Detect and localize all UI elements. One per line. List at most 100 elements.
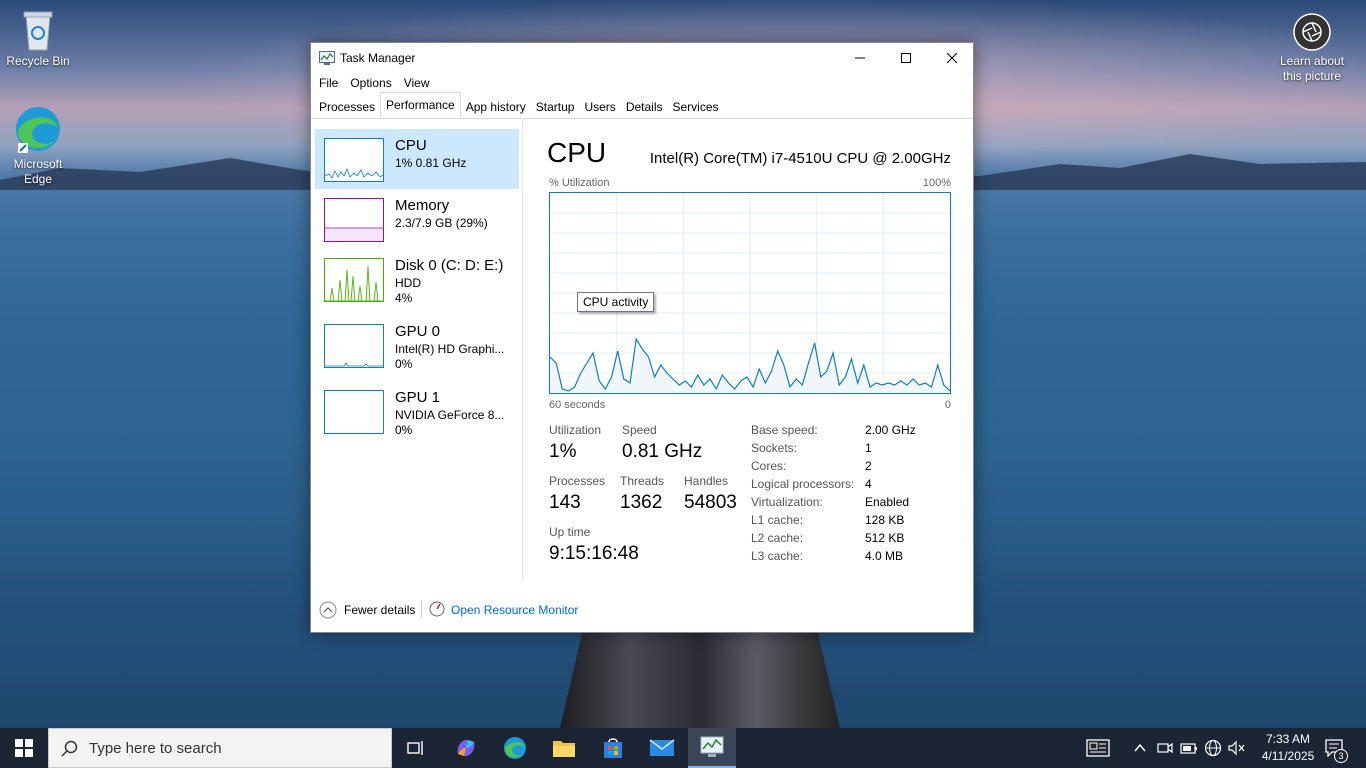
menu-bar: File Options View: [311, 73, 973, 93]
speed-label: Speed: [622, 423, 657, 437]
resource-item-cpu[interactable]: CPU 1% 0.81 GHz: [315, 129, 519, 189]
utilization-value: 1%: [549, 441, 577, 462]
menu-file[interactable]: File: [314, 73, 343, 93]
taskbar: Type here to search 7:33 AM 4/11/2025 3: [0, 728, 1366, 768]
news-widget-button[interactable]: [1074, 728, 1122, 768]
gpu0-thumbnail-graph: [324, 324, 384, 368]
cpu-thumbnail-graph: [324, 138, 384, 182]
task-manager-icon: [700, 736, 724, 757]
footer-separator: [421, 600, 422, 618]
uptime-label: Up time: [549, 525, 591, 539]
start-button[interactable]: [0, 728, 48, 768]
speed-value: 0.81 GHz: [622, 441, 703, 462]
spec-label: Cores:: [751, 459, 787, 473]
resource-item-gpu0[interactable]: GPU 0 Intel(R) HD Graphi... 0%: [315, 315, 519, 375]
tab-bar: Processes Performance App history Startu…: [311, 92, 973, 119]
chevron-up-icon[interactable]: [319, 601, 337, 619]
resource-name: GPU 0: [395, 323, 441, 340]
tab-details[interactable]: Details: [621, 93, 668, 118]
notification-count-badge: 3: [1334, 749, 1348, 763]
resource-item-memory[interactable]: Memory 2.3/7.9 GB (29%): [315, 189, 519, 249]
title-bar[interactable]: Task Manager: [311, 43, 973, 73]
clock-date[interactable]: 4/11/2025: [1252, 749, 1324, 763]
spec-label: Base speed:: [751, 423, 818, 437]
desktop-icon-learn-picture[interactable]: Learn about this picture: [1274, 12, 1350, 84]
spec-value: 512 KB: [865, 531, 905, 545]
desktop-icon-recycle-bin[interactable]: Recycle Bin: [0, 8, 76, 69]
threads-label: Threads: [620, 474, 665, 488]
zero-axis-label: 0: [944, 399, 951, 411]
spec-value: 4: [865, 477, 872, 491]
mail-button[interactable]: [638, 728, 686, 768]
spec-value: 2: [865, 459, 872, 473]
battery-icon[interactable]: [1180, 741, 1198, 755]
fewer-details-button[interactable]: Fewer details: [344, 603, 415, 617]
maximize-button[interactable]: [883, 43, 929, 73]
microsoft-store-button[interactable]: [589, 728, 637, 768]
mail-icon: [649, 739, 675, 756]
task-manager-icon: [319, 51, 335, 65]
network-globe-icon[interactable]: [1204, 739, 1222, 757]
tab-app-history[interactable]: App history: [461, 93, 531, 118]
window-title: Task Manager: [340, 51, 416, 65]
resource-item-gpu1[interactable]: GPU 1 NVIDIA GeForce 8... 0%: [315, 381, 519, 441]
close-button[interactable]: [929, 43, 975, 73]
processes-label: Processes: [549, 474, 606, 488]
taskbar-edge-button[interactable]: [491, 728, 539, 768]
resource-detail-2: 0%: [395, 423, 413, 437]
search-icon: [61, 740, 78, 757]
windows-logo-icon: [15, 739, 33, 757]
menu-options[interactable]: Options: [345, 73, 396, 93]
desktop-icon-label: Microsoft Edge: [13, 157, 63, 186]
minimize-button[interactable]: [837, 43, 883, 73]
handles-label: Handles: [684, 474, 729, 488]
taskbar-search-box[interactable]: Type here to search: [48, 728, 392, 768]
camera-icon: [1293, 13, 1331, 51]
spec-label: Virtualization:: [751, 495, 823, 509]
volume-muted-icon[interactable]: [1228, 740, 1246, 756]
cpu-activity-tooltip: CPU activity: [577, 292, 655, 312]
spec-value: 4.0 MB: [865, 549, 904, 563]
desktop-icon-label: Recycle Bin: [6, 54, 70, 68]
desktop-icon-edge[interactable]: Microsoft Edge: [0, 105, 76, 187]
clock-time[interactable]: 7:33 AM: [1252, 732, 1324, 746]
edge-icon: [504, 737, 526, 759]
open-resource-monitor-link[interactable]: Open Resource Monitor: [451, 603, 578, 617]
resource-item-disk[interactable]: Disk 0 (C: D: E:) HDD 4%: [315, 249, 519, 309]
tab-performance[interactable]: Performance: [380, 92, 461, 118]
handles-value: 54803: [684, 492, 737, 513]
threads-value: 1362: [620, 492, 663, 513]
task-view-icon: [407, 741, 423, 755]
resource-detail: NVIDIA GeForce 8...: [395, 408, 505, 422]
tab-users[interactable]: Users: [579, 93, 620, 118]
spec-label: L3 cache:: [751, 549, 804, 563]
task-view-button[interactable]: [392, 728, 440, 768]
spec-value: Enabled: [865, 495, 910, 509]
resource-name: GPU 1: [395, 389, 441, 406]
tab-processes[interactable]: Processes: [314, 93, 380, 118]
processes-value: 143: [549, 492, 581, 513]
store-icon: [604, 738, 622, 758]
menu-view[interactable]: View: [399, 73, 435, 93]
chevron-up-icon[interactable]: [1133, 742, 1147, 754]
tab-startup[interactable]: Startup: [531, 93, 580, 118]
task-manager-window: Task Manager File Options View Processes…: [310, 42, 974, 633]
copilot-button[interactable]: [442, 728, 490, 768]
close-icon: [946, 52, 958, 64]
taskbar-task-manager-button[interactable]: [688, 728, 736, 768]
spec-value: 1: [865, 441, 872, 455]
resource-detail: HDD: [395, 276, 421, 290]
maximize-icon: [901, 53, 911, 63]
time-axis-label: 60 seconds: [549, 399, 606, 411]
spec-value: 128 KB: [865, 513, 905, 527]
utilization-axis-label: % Utilization: [549, 177, 610, 189]
memory-thumbnail-graph: [324, 198, 384, 242]
wooden-pier: [560, 632, 840, 728]
cpu-heading: CPU: [547, 137, 607, 168]
folder-icon: [553, 741, 575, 757]
file-explorer-button[interactable]: [540, 728, 588, 768]
tab-services[interactable]: Services: [668, 93, 724, 118]
spec-value: 2.00 GHz: [865, 423, 916, 437]
resource-name: Disk 0 (C: D: E:): [395, 257, 504, 274]
meet-now-icon[interactable]: [1157, 741, 1173, 755]
